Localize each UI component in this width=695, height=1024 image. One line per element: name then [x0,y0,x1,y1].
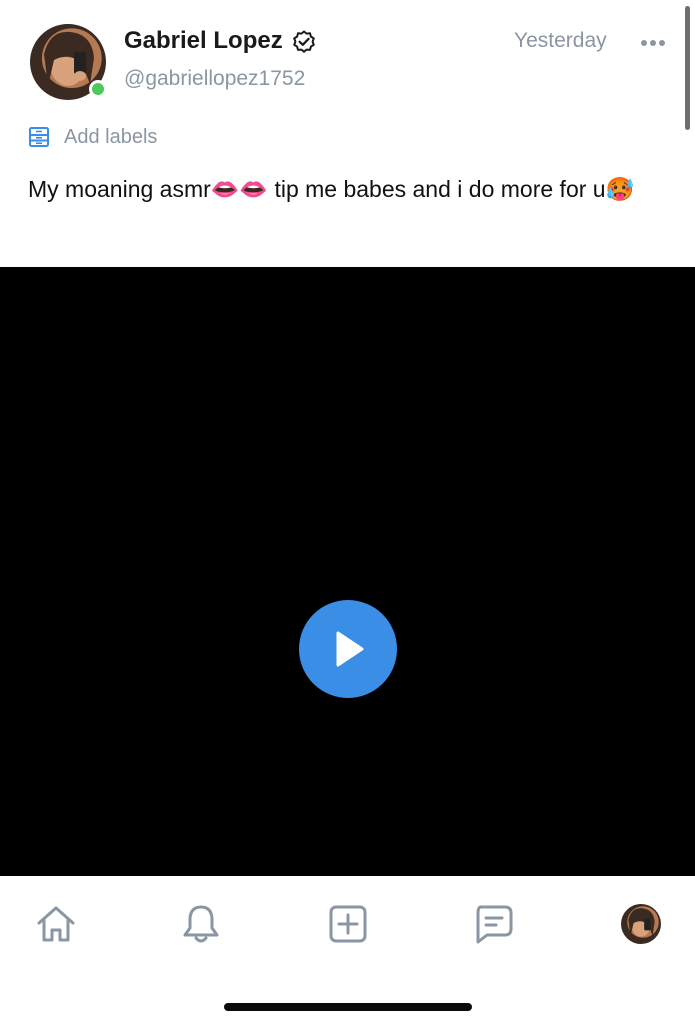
bottom-navigation [0,876,695,976]
verified-badge-icon [293,30,315,53]
label-icon [29,127,49,147]
add-post-icon [329,905,367,943]
video-player[interactable] [0,267,695,876]
home-icon [37,906,75,942]
author-name[interactable]: Gabriel Lopez [124,27,283,55]
nav-notifications-button[interactable] [179,902,223,946]
messages-icon [476,905,513,944]
online-status-dot [89,80,107,98]
post-timestamp: Yesterday [514,29,607,52]
scrollbar[interactable] [685,6,690,130]
author-handle[interactable]: @gabriellopez1752 [124,67,305,91]
nav-messages-button[interactable] [471,902,515,946]
nav-add-post-button[interactable] [326,902,370,946]
post-header: Gabriel Lopez @gabriellopez1752 Yesterda… [0,0,695,120]
post-text: My moaning asmr👄👄 tip me babes and i do … [28,176,635,202]
add-labels-button[interactable]: Add labels [28,124,157,150]
bell-icon [183,905,219,943]
play-button[interactable] [299,600,397,698]
home-indicator[interactable] [224,1003,472,1011]
nav-home-button[interactable] [34,902,78,946]
author-avatar-container[interactable] [30,24,107,102]
nav-profile-avatar[interactable] [621,904,661,944]
play-icon [336,631,364,667]
more-options-icon[interactable] [640,38,666,48]
add-labels-text: Add labels [64,125,158,148]
